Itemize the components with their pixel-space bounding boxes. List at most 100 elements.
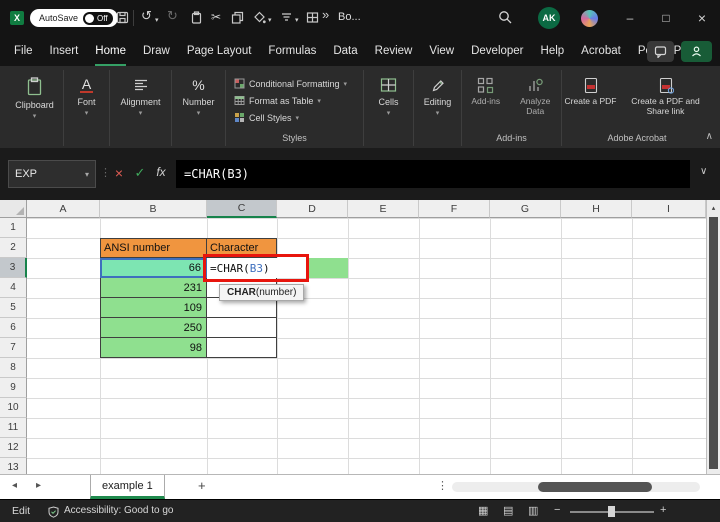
row-header-3[interactable]: 3 — [0, 258, 27, 278]
sort-filter-caret-icon[interactable]: ▾ — [295, 14, 299, 28]
column-header-a[interactable]: A — [27, 200, 100, 218]
zoom-slider[interactable] — [570, 506, 654, 517]
horizontal-scrollbar-thumb[interactable] — [538, 482, 652, 492]
undo-icon[interactable]: ↺ — [141, 9, 152, 23]
cells-group-button[interactable]: Cells ▾ — [364, 70, 414, 146]
fill-color-caret-icon[interactable]: ▾ — [268, 14, 272, 28]
row-header-10[interactable]: 10 — [0, 398, 27, 418]
create-pdf-button[interactable]: Create a PDF — [565, 70, 617, 117]
clipboard-group-button[interactable]: Clipboard ▾ — [6, 70, 64, 146]
paste-icon[interactable] — [190, 11, 203, 24]
column-header-b[interactable]: B — [100, 200, 207, 218]
row-header-9[interactable]: 9 — [0, 378, 27, 398]
insert-function-icon[interactable]: fx — [152, 165, 170, 179]
enter-icon[interactable]: ✓ — [131, 165, 149, 181]
tab-data[interactable]: Data — [333, 36, 357, 66]
column-header-d[interactable]: D — [277, 200, 348, 218]
row-header-13[interactable]: 13 — [0, 458, 27, 474]
row-header-11[interactable]: 11 — [0, 418, 27, 438]
expand-formula-bar-icon[interactable]: ∨ — [700, 166, 707, 177]
column-header-f[interactable]: F — [419, 200, 490, 218]
column-header-c[interactable]: C — [207, 200, 277, 218]
select-all-corner[interactable] — [0, 200, 27, 218]
analyze-data-button[interactable]: Analyze Data — [511, 70, 559, 117]
view-page-layout-icon[interactable]: ▤ — [503, 504, 513, 517]
cell-b2[interactable]: ANSI number — [100, 238, 207, 258]
zoom-in-icon[interactable]: + — [660, 504, 666, 516]
cell-c7[interactable] — [207, 338, 277, 358]
close-button[interactable]: × — [684, 0, 720, 36]
tab-home[interactable]: Home — [95, 36, 126, 66]
font-group-button[interactable]: A Font ▾ — [64, 70, 110, 146]
search-icon[interactable] — [498, 10, 513, 25]
add-sheet-icon[interactable]: + — [198, 478, 206, 493]
sheet-nav-right-icon[interactable]: ▸ — [36, 480, 41, 491]
maximize-button[interactable]: □ — [648, 0, 684, 36]
undo-caret-icon[interactable]: ▾ — [155, 14, 159, 28]
cell-b7[interactable]: 98 — [100, 338, 207, 358]
minimize-button[interactable]: – — [612, 0, 648, 36]
tab-draw[interactable]: Draw — [143, 36, 170, 66]
save-icon[interactable] — [116, 11, 129, 24]
cell-c3-edit-box[interactable]: =CHAR(B3) — [207, 258, 307, 278]
redo-icon[interactable]: ↻ — [167, 9, 178, 23]
sheet-tab-example-1[interactable]: example 1 — [90, 475, 165, 499]
row-header-7[interactable]: 7 — [0, 338, 27, 358]
tab-file[interactable]: File — [14, 36, 33, 66]
format-as-table-button[interactable]: Format as Table ▾ — [226, 92, 363, 109]
tab-page-layout[interactable]: Page Layout — [187, 36, 252, 66]
row-header-8[interactable]: 8 — [0, 358, 27, 378]
zoom-slider-thumb[interactable] — [608, 506, 615, 517]
sheet-nav-left-icon[interactable]: ◂ — [12, 480, 17, 491]
cell-styles-button[interactable]: Cell Styles ▾ — [226, 109, 363, 126]
formula-input[interactable]: =CHAR(B3) — [176, 160, 690, 188]
alignment-group-button[interactable]: Alignment ▾ — [110, 70, 172, 146]
tab-insert[interactable]: Insert — [50, 36, 79, 66]
workbook-title[interactable]: Bo... — [338, 11, 361, 23]
column-header-i[interactable]: I — [632, 200, 706, 218]
row-header-2[interactable]: 2 — [0, 238, 27, 258]
horizontal-scrollbar[interactable] — [452, 482, 700, 492]
copilot-icon[interactable] — [581, 10, 598, 27]
sort-filter-icon[interactable] — [280, 11, 293, 24]
number-group-button[interactable]: % Number ▾ — [172, 70, 226, 146]
row-header-5[interactable]: 5 — [0, 298, 27, 318]
comments-icon[interactable] — [647, 41, 674, 62]
cell-c2[interactable]: Character — [207, 238, 277, 258]
autosave-switch[interactable]: Off — [83, 11, 113, 25]
cell-c5[interactable] — [207, 298, 277, 318]
tab-view[interactable]: View — [429, 36, 454, 66]
column-header-e[interactable]: E — [348, 200, 419, 218]
name-box[interactable]: EXP ▾ — [8, 160, 96, 188]
view-normal-icon[interactable]: ▦ — [478, 504, 488, 517]
account-avatar[interactable]: AK — [538, 7, 560, 29]
name-box-caret-icon[interactable]: ▾ — [85, 170, 89, 179]
cancel-icon[interactable]: × — [110, 165, 128, 181]
share-icon[interactable] — [681, 41, 712, 62]
tab-review[interactable]: Review — [375, 36, 413, 66]
cell-b4[interactable]: 231 — [100, 278, 207, 298]
row-header-4[interactable]: 4 — [0, 278, 27, 298]
column-header-h[interactable]: H — [561, 200, 632, 218]
view-page-break-icon[interactable]: ▥ — [528, 504, 538, 517]
column-header-g[interactable]: G — [490, 200, 561, 218]
copy-icon[interactable] — [231, 11, 244, 24]
tab-bar-ellipsis-icon[interactable]: ⋮ — [437, 479, 448, 492]
collapse-ribbon-icon[interactable]: ∧ — [706, 131, 713, 142]
editing-group-button[interactable]: Editing ▾ — [414, 70, 462, 146]
borders-icon[interactable] — [306, 11, 319, 24]
row-header-6[interactable]: 6 — [0, 318, 27, 338]
cell-b6[interactable]: 250 — [100, 318, 207, 338]
autosave-toggle[interactable]: AutoSave Off — [30, 9, 118, 27]
cell-b5[interactable]: 109 — [100, 298, 207, 318]
conditional-formatting-button[interactable]: Conditional Formatting ▾ — [226, 75, 363, 92]
cell-area[interactable]: ANSI number Character 66 231 109 250 98 — [27, 218, 706, 474]
scroll-up-icon[interactable]: ▴ — [707, 200, 720, 215]
cut-icon[interactable]: ✂ — [211, 10, 221, 24]
tab-formulas[interactable]: Formulas — [268, 36, 316, 66]
vertical-scrollbar[interactable]: ▴ — [706, 200, 720, 474]
zoom-out-icon[interactable]: − — [554, 504, 560, 516]
more-commands-icon[interactable]: » — [322, 8, 329, 22]
addins-button[interactable]: Add-ins — [464, 70, 508, 117]
tab-help[interactable]: Help — [541, 36, 565, 66]
